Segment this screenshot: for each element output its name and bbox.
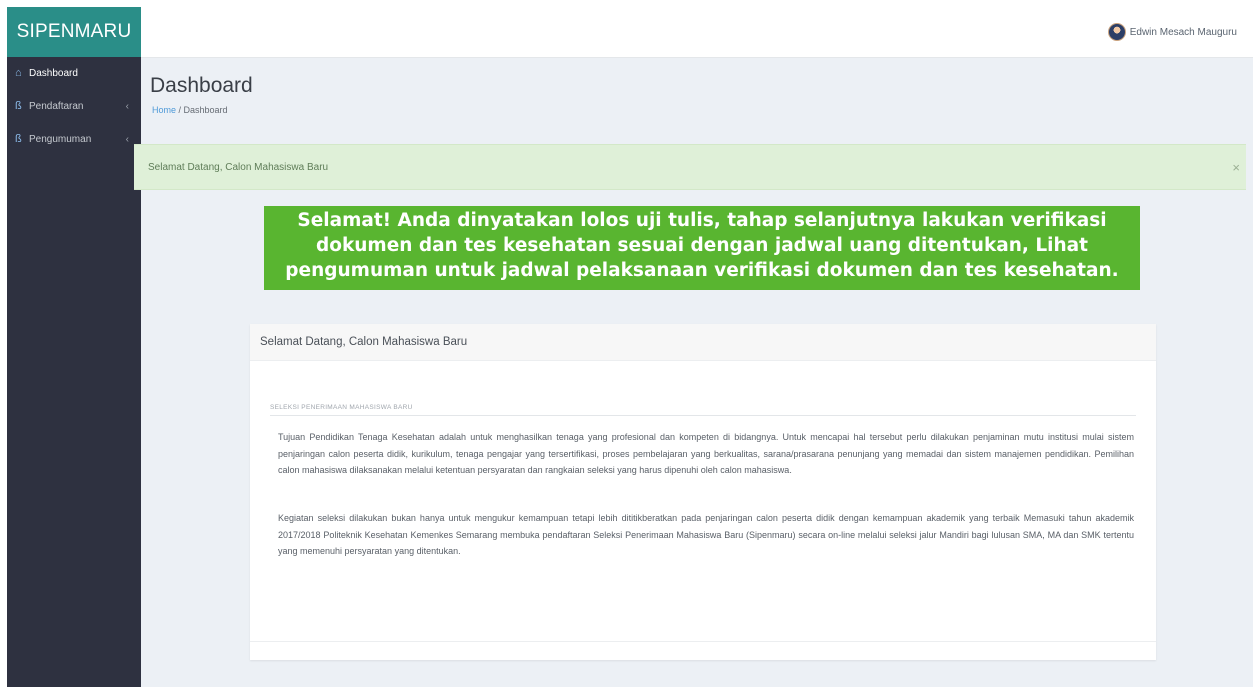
card-paragraph-1: Tujuan Pendidikan Tenaga Kesehatan adala… xyxy=(278,432,1134,475)
chevron-left-icon: ‹ xyxy=(125,101,129,112)
breadcrumb-current: Dashboard xyxy=(183,105,228,115)
card-title: Selamat Datang, Calon Mahasiswa Baru xyxy=(250,324,1156,361)
brand-logo[interactable]: SIPENMARU xyxy=(7,7,141,57)
welcome-card: Selamat Datang, Calon Mahasiswa Baru SEL… xyxy=(250,324,1156,660)
chevron-left-icon: ‹ xyxy=(125,134,129,145)
breadcrumb-separator: / xyxy=(176,105,184,115)
page-title: Dashboard xyxy=(150,74,253,97)
sidebar-item-pendaftaran[interactable]: ß Pendaftaran ‹ xyxy=(7,90,141,123)
user-icon: ß xyxy=(15,133,22,145)
top-navbar: Edwin Mesach Mauguru xyxy=(141,7,1253,58)
sidebar-item-dashboard[interactable]: ⌂ Dashboard xyxy=(7,57,141,90)
welcome-alert: Selamat Datang, Calon Mahasiswa Baru × xyxy=(134,144,1246,190)
user-icon: ß xyxy=(15,100,22,112)
sidebar-item-label: Pengumuman xyxy=(29,134,92,145)
breadcrumb: Home / Dashboard xyxy=(152,105,228,115)
sidebar-item-label: Pendaftaran xyxy=(29,101,84,112)
alert-text: Selamat Datang, Calon Mahasiswa Baru xyxy=(148,162,329,173)
sidebar: ⌂ Dashboard ß Pendaftaran ‹ ß Pengumuman ‹ xyxy=(7,57,141,687)
breadcrumb-home[interactable]: Home xyxy=(152,105,176,115)
sidebar-item-label: Dashboard xyxy=(29,68,78,79)
card-paragraph-2: Kegiatan seleksi dilakukan bukan hanya u… xyxy=(278,513,1134,556)
card-divider xyxy=(250,641,1156,642)
home-icon: ⌂ xyxy=(15,67,22,79)
section-title: SELEKSI PENERIMAAN MAHASISWA BARU xyxy=(270,404,1136,416)
sidebar-item-pengumuman[interactable]: ß Pengumuman ‹ xyxy=(7,123,141,156)
close-icon[interactable]: × xyxy=(1232,145,1240,191)
avatar xyxy=(1107,23,1126,41)
user-name: Edwin Mesach Mauguru xyxy=(1129,26,1237,38)
user-menu[interactable]: Edwin Mesach Mauguru xyxy=(1107,22,1237,42)
result-banner: Selamat! Anda dinyatakan lolos uji tulis… xyxy=(264,206,1140,290)
